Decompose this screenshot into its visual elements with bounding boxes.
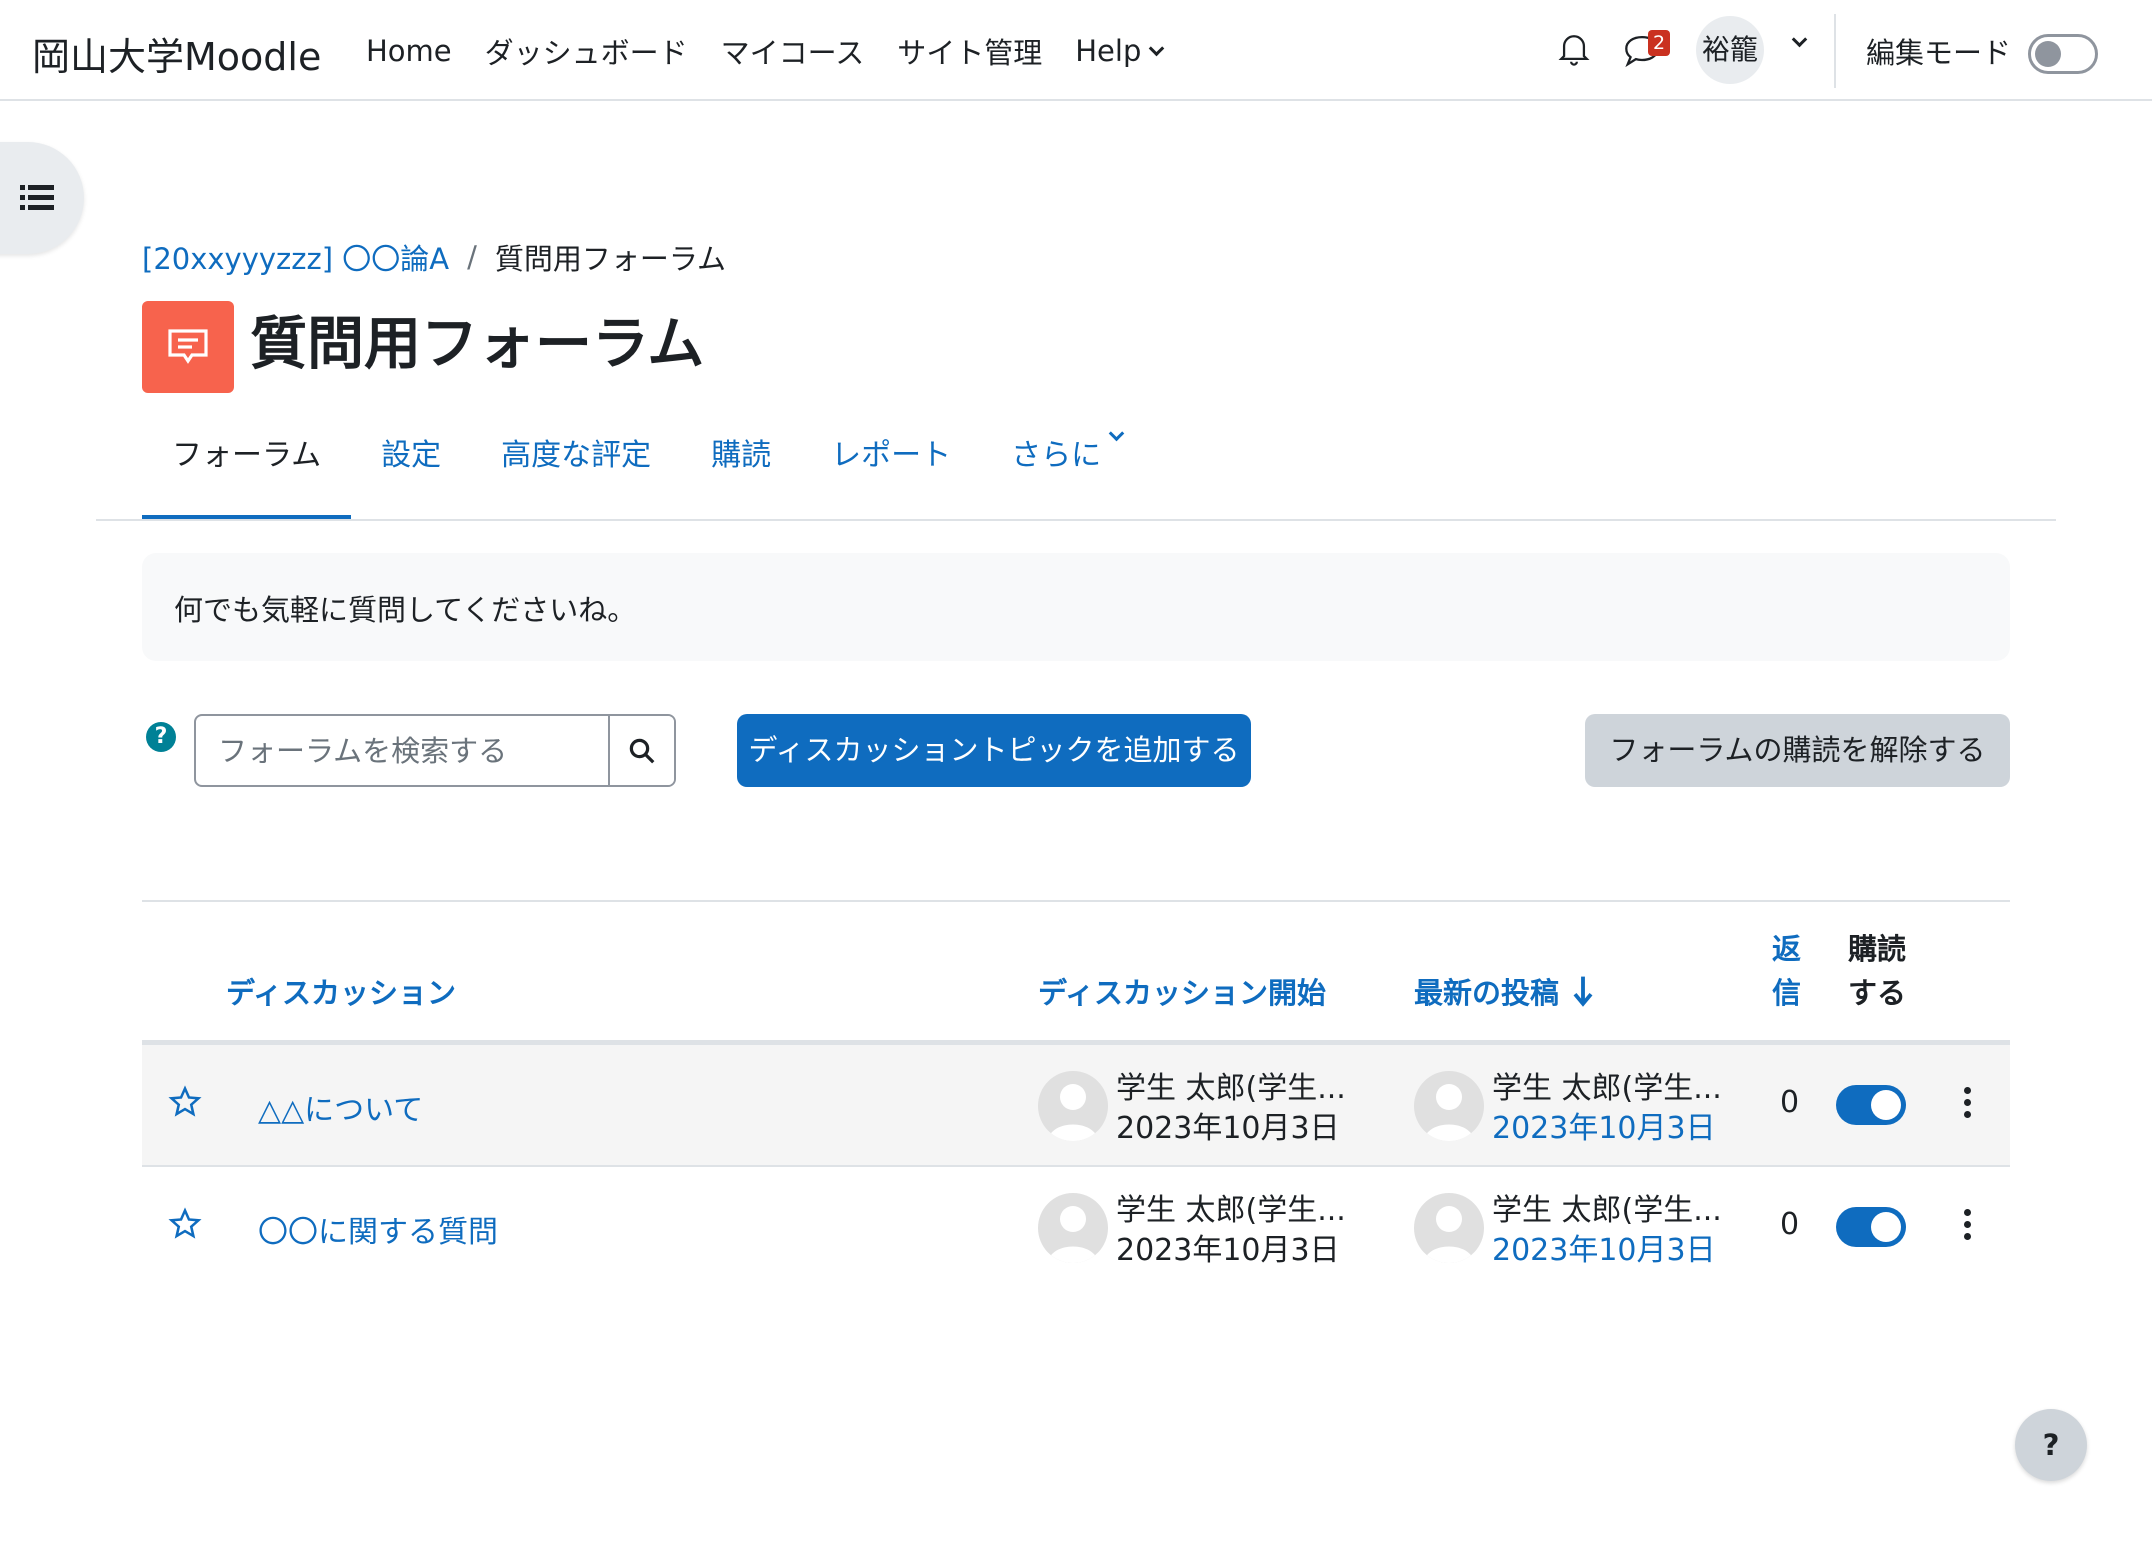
- nav-site-admin[interactable]: サイト管理: [897, 30, 1042, 72]
- header-discussion[interactable]: ディスカッション: [226, 970, 456, 1012]
- breadcrumb-current: 質問用フォーラム: [494, 242, 726, 276]
- search-icon: [629, 738, 655, 763]
- tab-advanced-grading[interactable]: 高度な評定: [471, 434, 681, 520]
- reply-count: 0: [1780, 1207, 1800, 1242]
- user-menu-chevron-down-icon[interactable]: [1791, 31, 1808, 48]
- more-actions-kebab-icon[interactable]: [1962, 1209, 1972, 1245]
- last-post-author[interactable]: 学生 太郎(学生...: [1492, 1063, 1722, 1107]
- forum-search-input[interactable]: [196, 716, 608, 785]
- top-navbar: 岡山大学Moodle Home ダッシュボード マイコース サイト管理 Help…: [0, 0, 2152, 101]
- tab-forum[interactable]: フォーラム: [142, 434, 352, 520]
- search-help-icon[interactable]: ?: [146, 722, 176, 752]
- reply-count: 0: [1780, 1085, 1800, 1120]
- starter-date: 2023年10月3日: [1116, 1111, 1340, 1146]
- starter-name[interactable]: 学生 太郎(学生...: [1116, 1185, 1346, 1229]
- last-post-author[interactable]: 学生 太郎(学生...: [1492, 1185, 1722, 1229]
- subscribe-toggle[interactable]: [1836, 1085, 1906, 1125]
- course-index-drawer-button[interactable]: [0, 142, 84, 254]
- page-title: 質問用フォーラム: [250, 311, 705, 377]
- header-replies-line1[interactable]: 返: [1772, 926, 1801, 968]
- tab-more[interactable]: さらに: [981, 425, 1152, 520]
- table-row: 〇〇に関する質問 学生 太郎(学生... 2023年10月3日 学生 太郎(学生…: [142, 1167, 2010, 1289]
- header-subscribe-line1: 購読: [1848, 932, 1907, 966]
- site-brand[interactable]: 岡山大学Moodle: [32, 26, 321, 81]
- table-row: △△について 学生 太郎(学生... 2023年10月3日 学生 太郎(学生..…: [142, 1045, 2010, 1167]
- header-started-by[interactable]: ディスカッション開始: [1038, 970, 1326, 1012]
- navbar-divider: [1834, 14, 1836, 88]
- search-button[interactable]: [608, 716, 674, 785]
- header-subscribe-line2: する: [1848, 976, 1907, 1010]
- avatar[interactable]: [1414, 1071, 1484, 1141]
- tab-settings[interactable]: 設定: [351, 434, 471, 520]
- sort-arrow-down-icon: [1573, 976, 1593, 1007]
- avatar[interactable]: [1038, 1071, 1108, 1141]
- primary-navigation: Home ダッシュボード マイコース サイト管理 Help: [366, 30, 1195, 72]
- user-avatar[interactable]: 裕籠: [1696, 16, 1764, 84]
- avatar[interactable]: [1414, 1193, 1484, 1263]
- chevron-down-icon: [1108, 425, 1125, 442]
- message-count-badge: 2: [1648, 30, 1670, 56]
- forum-intro: 何でも気軽に質問してくださいね。: [142, 553, 2010, 661]
- list-icon: [20, 185, 54, 210]
- avatar[interactable]: [1038, 1193, 1108, 1263]
- tab-reports[interactable]: レポート: [801, 434, 981, 520]
- nav-dashboard[interactable]: ダッシュボード: [485, 30, 688, 72]
- more-actions-kebab-icon[interactable]: [1962, 1087, 1972, 1123]
- breadcrumb-course-link[interactable]: [20xxyyyzzz] 〇〇論A: [142, 236, 449, 278]
- edit-mode-label: 編集モード: [1866, 36, 2012, 70]
- star-icon[interactable]: [168, 1085, 202, 1119]
- chevron-down-icon: [1149, 40, 1165, 56]
- nav-home[interactable]: Home: [366, 30, 452, 72]
- header-last-post[interactable]: 最新の投稿: [1414, 970, 1593, 1012]
- unsubscribe-forum-button[interactable]: フォーラムの購読を解除する: [1585, 714, 2010, 787]
- notification-bell-icon[interactable]: [1557, 30, 1591, 68]
- discussion-title-link[interactable]: △△について: [258, 1085, 423, 1129]
- table-top-border: [142, 900, 2010, 902]
- nav-help[interactable]: Help: [1075, 30, 1165, 72]
- nav-my-courses[interactable]: マイコース: [721, 30, 865, 72]
- discussion-title-link[interactable]: 〇〇に関する質問: [258, 1207, 498, 1251]
- edit-mode-toggle[interactable]: [2028, 34, 2098, 74]
- last-post-date-link[interactable]: 2023年10月3日: [1492, 1103, 1716, 1147]
- starter-date: 2023年10月3日: [1116, 1233, 1340, 1268]
- forum-search: [194, 714, 676, 787]
- last-post-date-link[interactable]: 2023年10月3日: [1492, 1225, 1716, 1269]
- starter-name[interactable]: 学生 太郎(学生...: [1116, 1063, 1346, 1107]
- breadcrumb-separator: /: [467, 240, 477, 274]
- secondary-navigation-tabs: フォーラム 設定 高度な評定 購読 レポート さらに: [142, 425, 1152, 520]
- breadcrumb: [20xxyyyzzz] 〇〇論A / 質問用フォーラム: [142, 236, 726, 278]
- help-footer-button[interactable]: ?: [2015, 1409, 2087, 1481]
- add-discussion-topic-button[interactable]: ディスカッショントピックを追加する: [737, 714, 1251, 787]
- header-replies-line2[interactable]: 信: [1772, 970, 1801, 1012]
- tabs-divider: [96, 519, 2056, 521]
- star-icon[interactable]: [168, 1207, 202, 1241]
- forum-icon: [142, 301, 234, 393]
- subscribe-toggle[interactable]: [1836, 1207, 1906, 1247]
- tab-subscriptions[interactable]: 購読: [681, 434, 801, 520]
